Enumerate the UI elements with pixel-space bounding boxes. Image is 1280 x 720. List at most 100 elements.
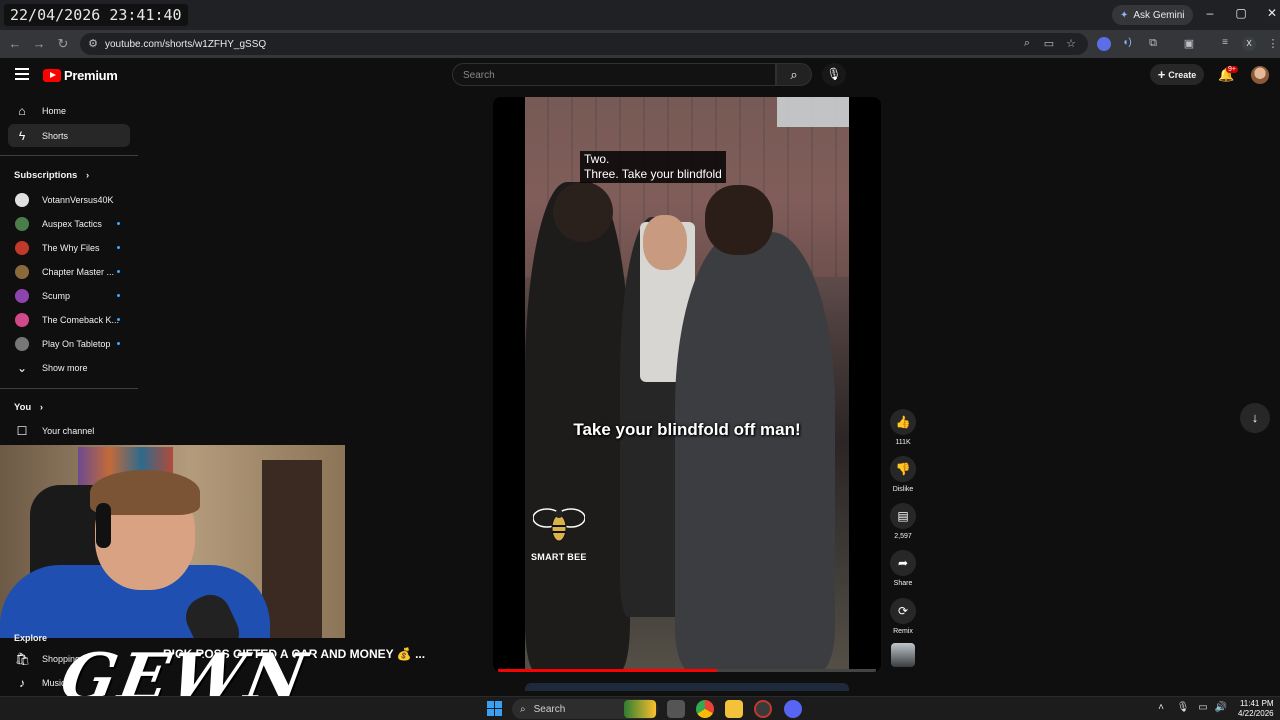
next-short-preview[interactable] [525,683,849,691]
video-person-right [675,232,835,672]
browser-menu-icon[interactable]: ⋮ [1266,37,1280,51]
back-icon[interactable]: ← [7,36,23,52]
streamer-webcam-overlay [0,445,345,638]
file-explorer-icon[interactable] [725,700,743,718]
tray-volume-icon[interactable]: 🔊 [1214,702,1228,716]
sidebar-item-subscription[interactable]: Play On Tabletop [8,332,130,355]
discord-icon[interactable] [784,700,802,718]
profile-avatar[interactable]: X [1242,37,1256,51]
taskbar-clock[interactable]: 11:41 PM 4/22/2026 [1238,699,1274,719]
sidebar-item-label: Your channel [42,425,95,436]
sidebar-item-label: Chapter Master ... [42,266,115,277]
plus-icon: + [1157,67,1166,82]
taskbar-widget-icon[interactable] [624,700,656,718]
side-panel-icon[interactable]: ▣ [1182,37,1196,51]
tray-mic-icon[interactable]: 🎙 [1176,702,1190,716]
address-url: youtube.com/shorts/w1ZFHY_gSSQ [105,38,267,50]
channel-avatar [15,336,29,351]
video-window-light [777,97,849,127]
sidebar-item-subscription[interactable]: VotannVersus40K [8,188,130,211]
reload-icon[interactable]: ↻ [55,36,71,52]
sidebar-item-label: Play On Tabletop [42,338,111,349]
chevron-right-icon: › [39,402,44,413]
share-arrow-icon: ➦ [890,550,916,576]
share-button[interactable]: ➦ Share [888,550,918,587]
caption-line: Two. [584,152,610,166]
caption-line: Three. Take your blindfold [584,167,722,181]
you-heading[interactable]: You › [14,402,43,413]
ask-gemini-button[interactable]: ✦ Ask Gemini [1112,5,1193,25]
new-content-dot [117,222,120,225]
search-input[interactable]: Search [452,63,776,86]
video-frame: Two. Three. Take your blindfold Take you… [525,97,849,672]
forward-icon[interactable]: → [31,36,47,52]
channel-avatar [15,216,29,231]
zoom-icon[interactable]: ⌕ [1020,37,1034,51]
subscriptions-heading-label: Subscriptions [14,170,78,181]
voice-search-button[interactable]: 🎙 [822,63,846,86]
show-more-button[interactable]: ⌄ Show more [8,356,130,379]
browser-tabstrip: ✦ Ask Gemini – ▢ ✕ [0,0,1280,30]
new-content-dot [117,342,120,345]
chevron-down-icon: ⌄ [16,360,28,375]
extensions-puzzle-icon[interactable]: ⧉ [1146,37,1160,51]
logo-text: Premium [64,68,118,83]
sidebar-divider [0,388,138,389]
subscriptions-heading[interactable]: Subscriptions › [14,170,89,181]
sidebar-item-label: The Comeback K... [42,314,120,325]
cast-icon[interactable]: ▭ [1042,37,1056,51]
sidebar-item-subscription[interactable]: Auspex Tactics [8,212,130,235]
sound-thumbnail[interactable] [891,643,915,667]
video-caption-top: Two. Three. Take your blindfold [580,151,726,183]
address-bar[interactable]: ⚙ youtube.com/shorts/w1ZFHY_gSSQ ⌕ ▭ ☆ [80,33,1088,55]
new-content-dot [117,294,120,297]
video-person-left-head [553,182,613,242]
share-label: Share [893,580,913,587]
like-button[interactable]: 👍 111K [888,409,918,446]
tray-chevron-up-icon[interactable]: ˄ [1154,702,1168,716]
dislike-button[interactable]: 👎 Dislike [888,456,918,493]
youtube-premium-logo[interactable]: Premium [43,68,118,83]
thumbs-up-icon: 👍 [890,409,916,435]
new-content-dot [117,246,120,249]
search-button[interactable]: ⌕ [776,63,812,86]
shorts-video-player[interactable]: Two. Three. Take your blindfold Take you… [493,97,881,672]
task-view-icon[interactable] [667,700,685,718]
site-info-icon[interactable]: ⚙ [86,37,100,51]
gemini-icon: ✦ [1120,9,1129,21]
account-avatar[interactable] [1251,66,1269,84]
windows-start-icon[interactable] [487,701,503,717]
bookmark-star-icon[interactable]: ☆ [1064,37,1078,51]
menu-hamburger-icon[interactable] [15,68,29,80]
sidebar-item-home[interactable]: ⌂ Home [8,99,130,122]
notification-badge: 9+ [1226,66,1238,73]
minimize-button[interactable]: – [1200,6,1220,24]
app-icon[interactable] [754,700,772,718]
sidebar-item-subscription[interactable]: The Why Files [8,236,130,259]
remix-button[interactable]: ⟳ Remix [888,598,918,635]
channel-avatar [15,264,29,279]
sidebar-item-subscription[interactable]: Scump [8,284,130,307]
sidebar-item-shorts[interactable]: ϟ Shorts [8,124,130,147]
video-watermark: SMART BEE [531,552,587,562]
thumbs-down-icon: 👎 [890,456,916,482]
sidebar-item-your-channel[interactable]: ☐ Your channel [8,419,130,442]
maximize-button[interactable]: ▢ [1231,6,1251,24]
sidebar-item-subscription[interactable]: The Comeback K... [8,308,130,331]
create-label: Create [1168,69,1197,80]
tray-network-icon[interactable]: ▭ [1196,702,1210,716]
sidebar-item-subscription[interactable]: Chapter Master ... [8,260,130,283]
audio-extension-icon[interactable]: ◖) [1120,37,1134,51]
extension-icon[interactable] [1097,37,1111,51]
video-progress-bar[interactable] [498,669,876,672]
comment-count: 2,597 [894,533,912,540]
next-video-arrow-icon[interactable]: ↓ [1240,403,1270,433]
reading-list-icon[interactable]: ≡ [1218,37,1232,51]
chrome-icon[interactable] [696,700,714,718]
create-button[interactable]: + Create [1150,64,1204,85]
close-window-button[interactable]: ✕ [1262,6,1280,24]
browser-toolbar: ← → ↻ ⚙ youtube.com/shorts/w1ZFHY_gSSQ ⌕… [0,30,1280,58]
comments-button[interactable]: ▤ 2,597 [888,503,918,540]
sidebar-item-label: The Why Files [42,242,100,253]
ask-gemini-label: Ask Gemini [1133,9,1185,21]
